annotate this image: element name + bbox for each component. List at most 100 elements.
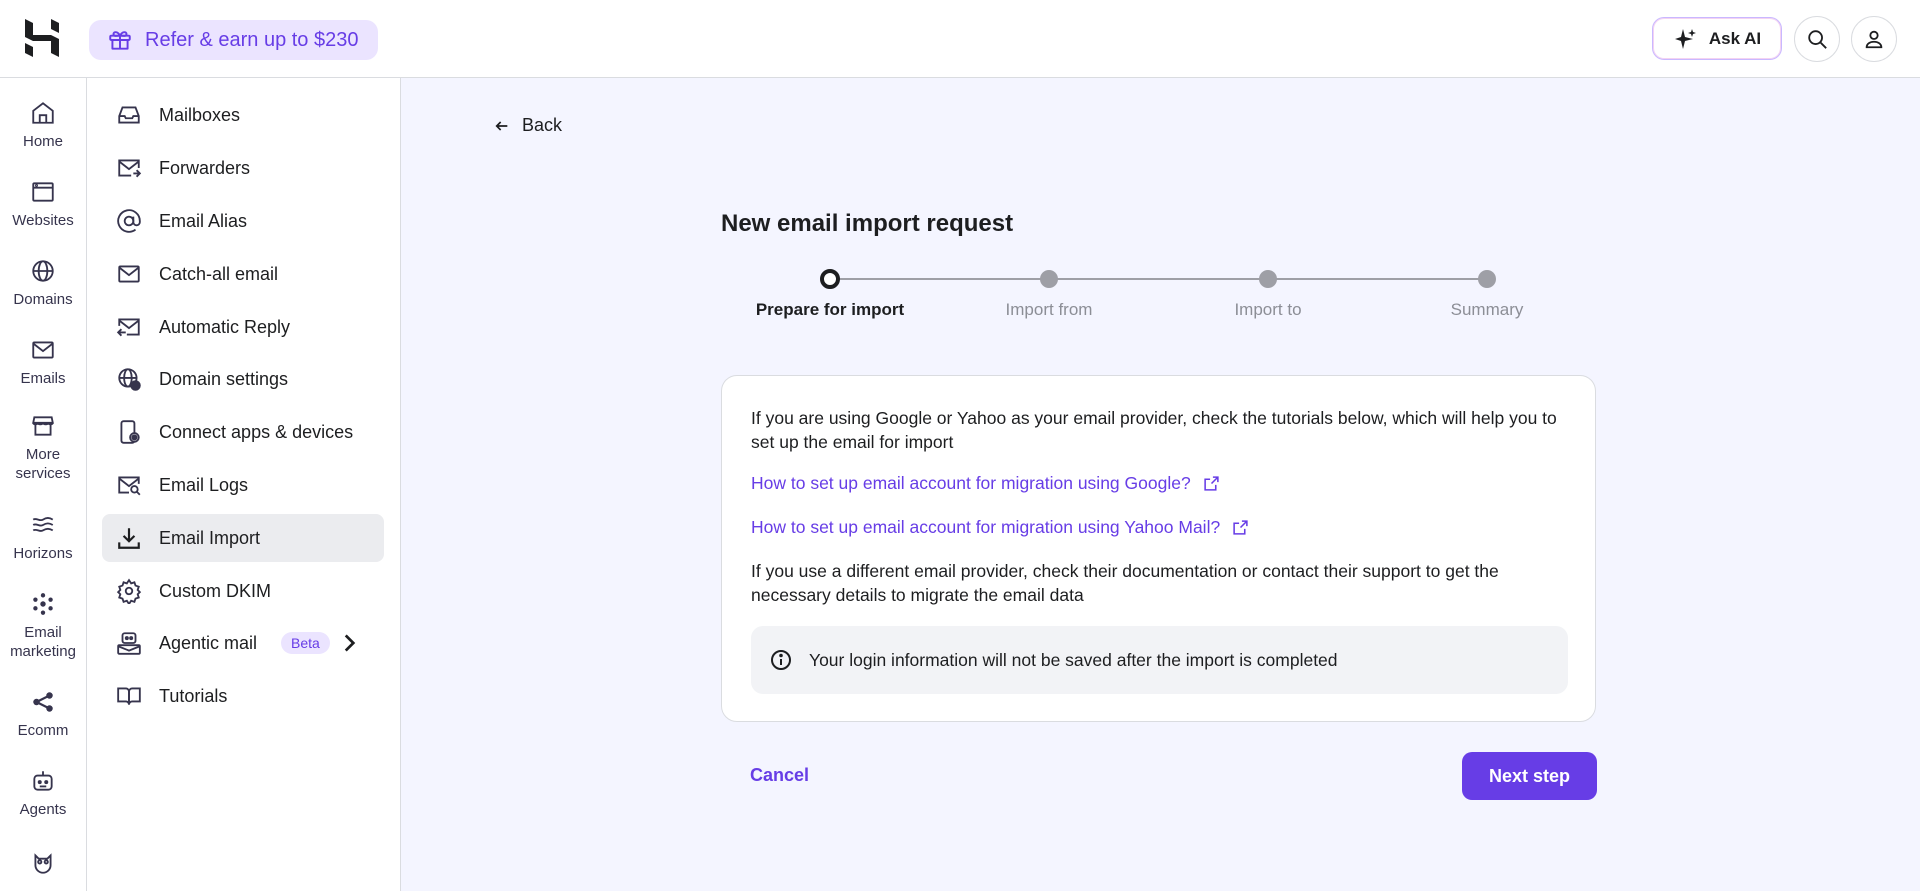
- google-tutorial-link[interactable]: How to set up email account for migratio…: [751, 473, 1220, 494]
- hostinger-logo[interactable]: [24, 18, 60, 58]
- submenu-item-forwarders[interactable]: Forwarders: [102, 144, 384, 192]
- rail-label: Home: [22, 133, 63, 150]
- search-button[interactable]: [1794, 16, 1840, 62]
- rail-item-ecomm[interactable]: Ecomm: [0, 689, 86, 740]
- at-sign-icon: [117, 209, 141, 233]
- step-label: Import from: [1005, 300, 1093, 319]
- next-step-button[interactable]: Next step: [1462, 752, 1597, 800]
- google-link-label: How to set up email account for migratio…: [751, 473, 1191, 493]
- rail-item-websites[interactable]: Websites: [0, 179, 86, 230]
- step-dot: [1478, 270, 1496, 288]
- submenu-label: Mailboxes: [159, 104, 241, 125]
- ask-ai-button[interactable]: Ask AI: [1652, 17, 1782, 60]
- submenu-item-email-import[interactable]: Email Import: [102, 514, 384, 562]
- yahoo-tutorial-link[interactable]: How to set up email account for migratio…: [751, 517, 1249, 538]
- submenu-label: Custom DKIM: [159, 580, 272, 601]
- submenu-item-automatic-reply[interactable]: Automatic Reply: [102, 303, 384, 351]
- home-icon: [32, 102, 54, 124]
- submenu-item-custom-dkim[interactable]: Custom DKIM: [102, 567, 384, 615]
- arrow-left-icon: [495, 120, 508, 131]
- mail-search-icon: [118, 476, 141, 496]
- gear-icon: [116, 578, 142, 604]
- horizons-icon: [32, 517, 54, 532]
- beta-badge: Beta: [281, 632, 330, 654]
- rail-item-horizons[interactable]: Horizons: [0, 512, 86, 563]
- step-summary: Summary: [1407, 268, 1567, 320]
- mail-icon: [32, 341, 54, 359]
- user-icon: [1865, 30, 1883, 49]
- login-info-notice: Your login information will not be saved…: [751, 626, 1568, 694]
- rail-label: Ecomm: [17, 722, 69, 739]
- stepper-line: [830, 278, 1487, 280]
- rail-item-home[interactable]: Home: [0, 100, 86, 151]
- submenu-label: Email Logs: [159, 474, 249, 495]
- step-label: Summary: [1450, 300, 1524, 319]
- rail-item-email-marketing[interactable]: Email marketing: [0, 591, 86, 661]
- rail-label: Email marketing: [10, 624, 76, 660]
- ask-ai-label: Ask AI: [1708, 28, 1762, 48]
- submenu-label: Email Import: [159, 527, 261, 548]
- submenu-item-agentic-mail[interactable]: Agentic mail Beta: [102, 619, 384, 667]
- browser-window-icon: [32, 182, 54, 202]
- top-bar: Refer & earn up to $230 Ask AI: [0, 0, 1920, 78]
- rail-label: Domains: [13, 291, 73, 308]
- refer-label: Refer & earn up to $230: [145, 28, 359, 51]
- rail-item-more-services[interactable]: More services: [0, 413, 86, 483]
- refer-earn-button[interactable]: Refer & earn up to $230: [89, 20, 379, 60]
- chevron-right-icon: [344, 634, 356, 652]
- book-icon: [117, 687, 141, 705]
- sparkle-icon: [1674, 28, 1696, 49]
- step-label: Prepare for import: [755, 300, 905, 319]
- instructions-card: If you are using Google or Yahoo as your…: [721, 375, 1596, 722]
- submenu-item-email-logs[interactable]: Email Logs: [102, 461, 384, 509]
- external-link-icon: [1233, 520, 1248, 535]
- rail-label: Horizons: [13, 545, 73, 562]
- submenu-label: Connect apps & devices: [159, 421, 354, 442]
- device-connect-icon: [120, 420, 140, 444]
- page-title: New email import request: [721, 210, 1014, 237]
- rail-label: Agents: [19, 801, 67, 818]
- rail-label: More services: [15, 446, 71, 482]
- email-submenu: Mailboxes Forwarders Email Alias Catch-a…: [87, 78, 401, 891]
- external-link-icon: [1204, 476, 1219, 491]
- submenu-label: Catch-all email: [159, 263, 279, 284]
- submenu-label: Domain settings: [159, 368, 289, 389]
- rail-label: Websites: [12, 212, 74, 229]
- step-dot: [1040, 270, 1058, 288]
- rail-item-more[interactable]: [0, 850, 86, 882]
- main-nav-rail: Home Websites Domains Emails More servic…: [0, 78, 87, 891]
- store-icon: [32, 416, 54, 436]
- submenu-item-mailboxes[interactable]: Mailboxes: [102, 91, 384, 139]
- submenu-item-email-alias[interactable]: Email Alias: [102, 197, 384, 245]
- mail-reply-icon: [116, 318, 140, 337]
- back-link[interactable]: Back: [494, 115, 562, 136]
- step-dot: [1259, 270, 1277, 288]
- globe-settings-icon: [118, 368, 141, 391]
- submenu-item-catch-all[interactable]: Catch-all email: [102, 250, 384, 298]
- submenu-item-connect-apps[interactable]: Connect apps & devices: [102, 408, 384, 456]
- submenu-item-domain-settings[interactable]: Domain settings: [102, 355, 384, 403]
- other-provider-text: If you use a different email provider, c…: [751, 561, 1499, 605]
- intro-text: If you are using Google or Yahoo as your…: [751, 408, 1557, 452]
- back-label: Back: [522, 115, 563, 135]
- rail-item-agents[interactable]: Agents: [0, 768, 86, 819]
- import-stepper: Prepare for import Import from Import to…: [721, 268, 1596, 348]
- rail-item-emails[interactable]: Emails: [0, 337, 86, 388]
- submenu-item-tutorials[interactable]: Tutorials: [102, 672, 384, 720]
- gift-icon: [109, 31, 131, 50]
- download-icon: [118, 528, 140, 549]
- cancel-button[interactable]: Cancel: [750, 765, 809, 786]
- rail-item-domains[interactable]: Domains: [0, 258, 86, 309]
- step-current-dot: [820, 269, 840, 289]
- step-import-from: Import from: [969, 268, 1129, 320]
- agentic-mail-icon: [117, 632, 141, 655]
- step-label: Import to: [1234, 300, 1302, 319]
- submenu-label: Forwarders: [159, 157, 251, 178]
- inbox-icon: [118, 106, 140, 124]
- rail-label: Emails: [20, 370, 66, 387]
- submenu-label: Agentic mail: [159, 632, 258, 653]
- ecomm-icon: [33, 692, 53, 712]
- account-button[interactable]: [1851, 16, 1897, 62]
- submenu-label: Tutorials: [159, 685, 228, 706]
- yahoo-link-label: How to set up email account for migratio…: [751, 517, 1221, 537]
